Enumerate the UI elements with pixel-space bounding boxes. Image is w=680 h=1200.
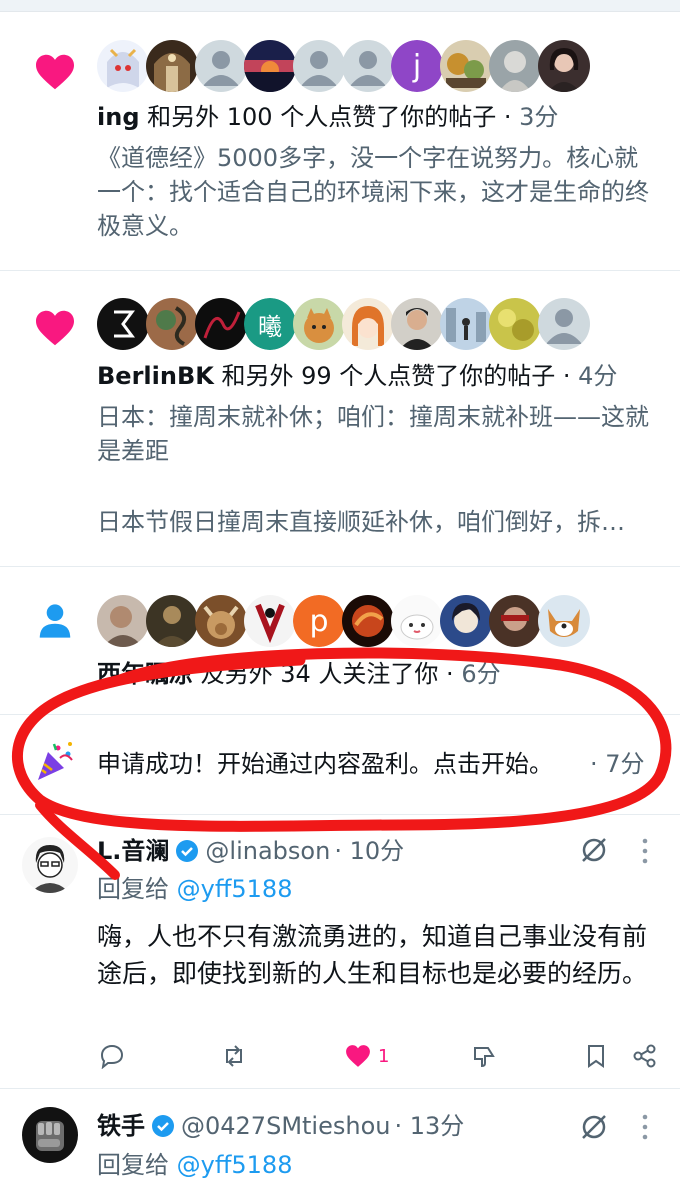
avatar[interactable] — [391, 595, 443, 647]
notification-action: 及另外 34 人关注了你 · — [193, 660, 462, 685]
avatar[interactable] — [244, 595, 296, 647]
like-notification[interactable]: 曦 BerlinBK 和另外 99 个人点赞了你的帖子 · 4分 日本：撞周末就… — [0, 271, 680, 567]
user-name[interactable]: 西年瞩凉 — [97, 660, 193, 685]
verified-badge-icon — [152, 1115, 174, 1137]
user-name[interactable]: 铁手 — [97, 1109, 145, 1143]
post-preview: 日本：撞周末就补休；咱们：撞周末就补班——这就是差距 — [97, 403, 649, 465]
tweet-header: 铁手 @0427SMtieshou · 13分 — [97, 1109, 464, 1143]
avatar[interactable] — [489, 40, 541, 92]
more-options-icon[interactable] — [640, 1113, 650, 1141]
post-preview: 《道德经》5000多字，没一个字在说努力。核心就一个：找个适合自己的环境闲下来，… — [97, 144, 649, 240]
downvote-button[interactable] — [471, 1039, 497, 1073]
heart-filled-icon — [346, 1045, 370, 1067]
timestamp: · 10分 — [334, 837, 405, 865]
reply-to-line: 回复给 @yff5188 — [97, 1148, 292, 1182]
user-handle[interactable]: @0427SMtieshou — [181, 1109, 390, 1143]
avatar[interactable] — [489, 298, 541, 350]
tweet-header: L.音澜 @linabson · 10分 — [97, 834, 404, 868]
liker-avatars: j — [97, 40, 590, 92]
person-icon — [39, 604, 71, 638]
avatar[interactable] — [195, 595, 247, 647]
reply-button[interactable] — [99, 1039, 125, 1073]
user-name[interactable]: ing — [97, 103, 140, 131]
avatar[interactable] — [342, 298, 394, 350]
avatar[interactable] — [195, 298, 247, 350]
avatar[interactable] — [97, 298, 149, 350]
notification-title: BerlinBK 和另外 99 个人点赞了你的帖子 · 4分 — [97, 359, 617, 393]
avatar[interactable]: 曦 — [244, 298, 296, 350]
user-name[interactable]: L.音澜 — [97, 834, 169, 868]
bookmark-icon — [588, 1045, 604, 1068]
timestamp: · 7分 — [590, 750, 645, 778]
top-status-strip — [0, 0, 680, 12]
avatar[interactable] — [391, 298, 443, 350]
timestamp: 4分 — [578, 362, 618, 390]
repost-icon — [226, 1045, 242, 1067]
reply-to-mention[interactable]: @yff5188 — [177, 875, 293, 903]
reply-icon — [100, 1044, 124, 1069]
repost-button[interactable] — [221, 1039, 247, 1073]
avatar[interactable] — [538, 298, 590, 350]
grok-icon[interactable] — [579, 1112, 609, 1142]
tweet-text: 嗨，人也不只有激流勇进的，知道自己事业没有前途后，即使找到新的人生和目标也是必要… — [97, 922, 648, 988]
user-handle[interactable]: @linabson — [205, 834, 330, 868]
reply-to-mention[interactable]: @yff5188 — [177, 1151, 293, 1179]
follower-avatars: p — [97, 595, 590, 647]
share-icon — [633, 1044, 656, 1068]
notification-action: 和另外 99 个人点赞了你的帖子 · — [213, 362, 579, 390]
liker-avatars: 曦 — [97, 298, 590, 350]
avatar[interactable] — [244, 40, 296, 92]
reply-tweet[interactable]: L.音澜 @linabson · 10分 回复给 @yff5188 嗨，人也不只… — [0, 815, 680, 1089]
tweet-actions: 1 — [97, 1039, 660, 1073]
heart-icon — [36, 310, 74, 346]
like-button[interactable]: 1 — [345, 1039, 389, 1073]
notification-title: 西年瞩凉 及另外 34 人关注了你 · 6分 — [97, 657, 501, 685]
follow-notification[interactable]: p 西年瞩凉 及另外 34 人关注了你 · 6分 — [0, 567, 680, 715]
reply-prefix: 回复给 — [97, 875, 177, 903]
avatar[interactable] — [538, 40, 590, 92]
more-options-icon[interactable] — [640, 837, 650, 865]
avatar[interactable] — [146, 595, 198, 647]
verified-badge-icon — [176, 840, 199, 862]
avatar[interactable] — [22, 1107, 78, 1163]
avatar[interactable] — [146, 298, 198, 350]
share-button[interactable] — [632, 1039, 658, 1073]
avatar[interactable] — [22, 837, 78, 893]
heart-icon — [36, 54, 74, 90]
monetization-message[interactable]: 申请成功！开始通过内容盈利。点击开始。 — [97, 750, 553, 778]
party-popper-icon — [38, 742, 73, 780]
downvote-icon — [474, 1047, 495, 1068]
user-name[interactable]: BerlinBK — [97, 362, 214, 390]
timestamp: · 13分 — [394, 1112, 465, 1140]
bookmark-button[interactable] — [583, 1039, 609, 1073]
reply-to-line: 回复给 @yff5188 — [97, 872, 292, 906]
notification-text: 申请成功！开始通过内容盈利。点击开始。 — [97, 747, 553, 781]
timestamp: 3分 — [519, 103, 559, 131]
avatar[interactable] — [97, 595, 149, 647]
notification-title: ing 和另外 100 个人点赞了你的帖子 · 3分 — [97, 100, 558, 134]
like-notification[interactable]: j ing 和另外 100 个人点赞了你的帖子 · 3分 《道德经》5000多字… — [0, 13, 680, 271]
avatar[interactable] — [293, 298, 345, 350]
avatar[interactable] — [195, 40, 247, 92]
avatar[interactable] — [97, 40, 149, 92]
post-preview-continued: 日本节假日撞周末直接顺延补休，咱们倒好，拆… — [97, 508, 625, 536]
avatar[interactable] — [342, 595, 394, 647]
monetization-notification[interactable]: 申请成功！开始通过内容盈利。点击开始。 · 7分 — [0, 715, 680, 815]
avatar[interactable] — [146, 40, 198, 92]
reply-tweet[interactable]: 铁手 @0427SMtieshou · 13分 回复给 @yff5188 — [0, 1089, 680, 1200]
avatar[interactable] — [342, 40, 394, 92]
reply-prefix: 回复给 — [97, 1151, 177, 1179]
notification-action: 和另外 100 个人点赞了你的帖子 · — [139, 103, 520, 131]
avatar[interactable]: p — [293, 595, 345, 647]
avatar[interactable] — [440, 595, 492, 647]
avatar[interactable] — [293, 40, 345, 92]
avatar[interactable] — [440, 40, 492, 92]
avatar[interactable]: j — [391, 40, 443, 92]
avatar[interactable] — [489, 595, 541, 647]
avatar[interactable] — [440, 298, 492, 350]
avatar[interactable] — [538, 595, 590, 647]
like-count: 1 — [378, 1045, 390, 1067]
timestamp: 6分 — [461, 660, 501, 685]
grok-icon[interactable] — [579, 835, 609, 865]
